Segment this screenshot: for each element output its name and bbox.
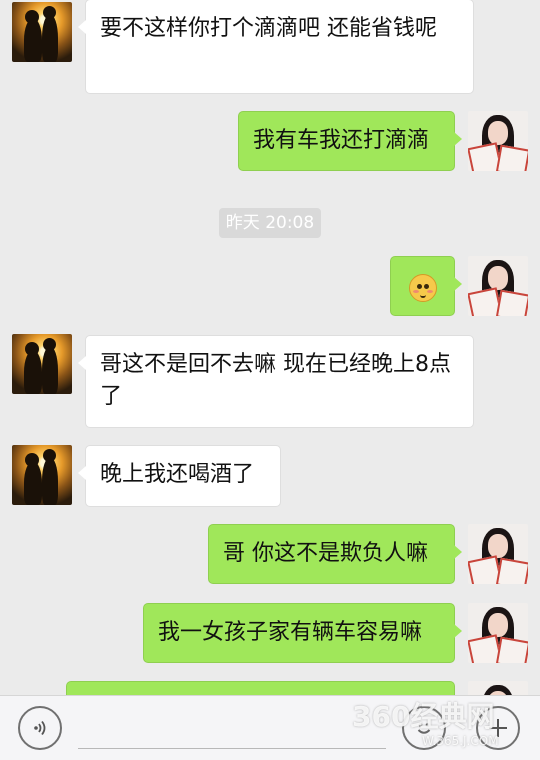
message-bubble-outgoing[interactable]: 我有车我还打滴滴 (238, 111, 462, 171)
message-text: 我有车我还打滴滴 (253, 128, 430, 153)
contact-avatar[interactable] (12, 334, 72, 394)
user-avatar[interactable] (468, 603, 528, 663)
user-avatar[interactable] (468, 256, 528, 316)
flushed-face-emoji-icon (409, 274, 437, 302)
message-input[interactable] (80, 708, 388, 748)
message-text: 晚上我还喝酒了 (100, 462, 255, 487)
message-bubble-incoming[interactable]: 晚上我还喝酒了 (78, 445, 281, 507)
user-avatar[interactable] (468, 524, 528, 584)
message-bubble-outgoing[interactable]: 我一女孩子家有辆车容易嘛 (143, 603, 462, 663)
user-avatar[interactable] (468, 111, 528, 171)
voice-icon (34, 720, 46, 736)
message-bubble-incoming[interactable]: 哥这不是回不去嘛 现在已经晚上8点了 (78, 335, 474, 428)
message-text: 我一女孩子家有辆车容易嘛 (158, 620, 423, 645)
message-bubble-outgoing[interactable] (390, 256, 462, 316)
watermark-text: 360经典网 (352, 700, 495, 733)
message-text: 哥这不是回不去嘛 现在已经晚上8点了 (100, 352, 451, 409)
chat-area[interactable]: 要不这样你打个滴滴吧 还能省钱呢 我有车我还打滴滴 昨天 20:08 哥这不是回… (0, 0, 540, 695)
message-bubble-outgoing[interactable] (66, 681, 455, 695)
watermark-subtext: W.365.J.COM (422, 734, 499, 748)
watermark: 360经典网 W.365.J.COM (352, 700, 540, 756)
contact-avatar[interactable] (12, 445, 72, 505)
contact-avatar[interactable] (12, 2, 72, 62)
message-bubble-outgoing[interactable]: 哥 你这不是欺负人嘛 (208, 524, 462, 584)
user-avatar[interactable] (468, 681, 528, 695)
voice-button[interactable] (18, 706, 62, 750)
message-text: 哥 你这不是欺负人嘛 (223, 541, 428, 566)
timestamp: 昨天 20:08 (219, 208, 321, 238)
input-underline (78, 748, 386, 749)
message-text: 要不这样你打个滴滴吧 还能省钱呢 (100, 16, 437, 41)
message-bubble-incoming[interactable]: 要不这样你打个滴滴吧 还能省钱呢 (78, 0, 474, 94)
